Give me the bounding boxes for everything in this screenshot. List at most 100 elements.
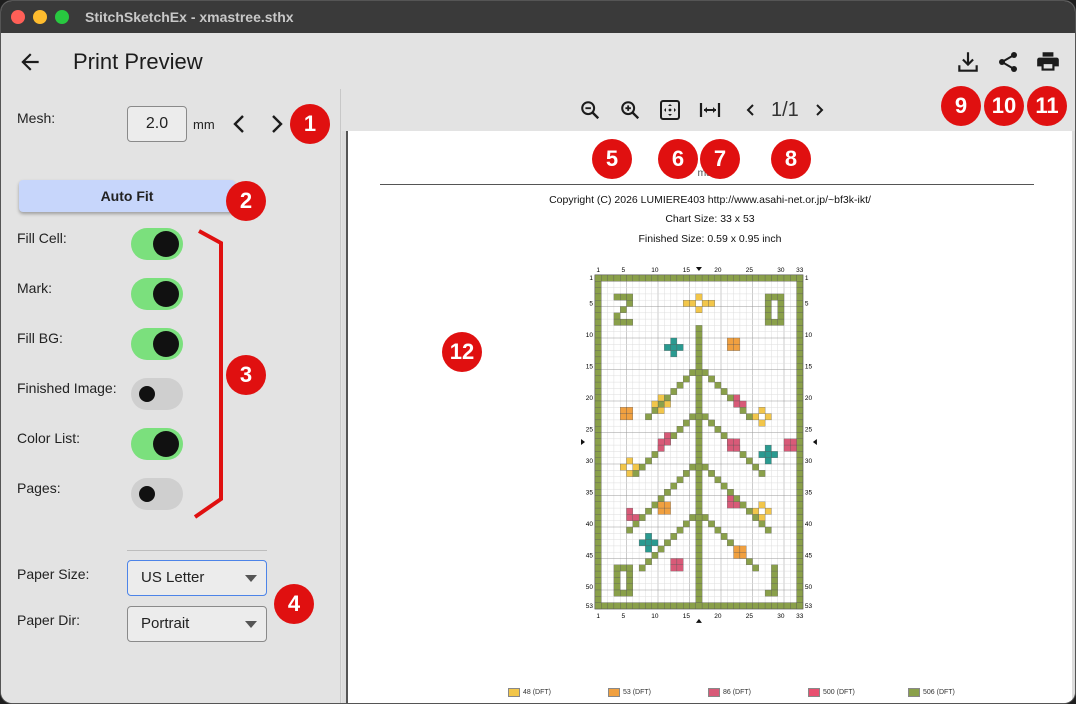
stitch-cell [733,337,741,345]
fit-width-button[interactable] [697,97,723,123]
fill-cell-label: Fill Cell: [17,230,67,246]
window-controls [11,10,69,24]
stitch-cell [764,318,772,326]
stitch-cell [714,426,722,433]
stitch-cell [626,293,633,301]
stitch-cell [714,274,722,282]
stitch-cell [695,306,703,313]
stitch-cell [601,602,608,610]
download-button[interactable] [953,47,983,77]
callout-badge: 11 [1027,86,1067,126]
stitch-cell [651,451,659,458]
legend-item: 86 (DFT) [708,688,751,697]
mesh-input[interactable]: 2.0 [127,106,187,142]
stitch-cell [796,570,804,578]
stitch-cell [695,325,703,332]
zoom-window-button[interactable] [55,10,69,24]
callout-badge: 2 [226,181,266,221]
stitch-cell [771,293,778,301]
stitch-cell [796,432,804,439]
stitch-cell [607,602,615,610]
stitch-cell [657,400,665,408]
paper-size-select[interactable]: US Letter [127,560,267,596]
close-window-button[interactable] [11,10,25,24]
stitch-cell [695,476,703,484]
fit-page-button[interactable] [657,97,683,123]
stitch-cell [670,564,678,572]
stitch-cell [695,363,703,370]
minimize-window-button[interactable] [33,10,47,24]
stitch-cell [777,293,785,301]
stitch-cell [683,274,690,282]
stitch-cell [695,400,703,408]
color-list-toggle[interactable] [131,428,183,460]
stitch-cell [651,501,659,509]
stitch-cell [594,375,602,383]
stitch-cell [733,344,741,351]
stitch-cell [739,407,747,414]
zoom-in-button[interactable] [617,97,643,123]
share-button[interactable] [993,47,1023,77]
mesh-increase-button[interactable] [266,113,286,135]
stitch-cell [714,476,722,484]
callout-badge: 4 [274,584,314,624]
mesh-decrease-button[interactable] [230,113,250,135]
share-icon [999,52,1017,72]
stitch-cell [796,470,804,477]
stitch-cell [638,463,646,471]
stitch-cell [626,570,633,578]
callout-badge: 5 [592,139,632,179]
stitch-cell [651,602,659,610]
stitch-cell [771,577,778,584]
stitch-cell [796,325,804,332]
back-button[interactable] [17,49,43,75]
stitch-cell [796,426,804,433]
stitch-cell [594,312,602,320]
print-button[interactable] [1033,47,1063,77]
mark-toggle[interactable] [131,278,183,310]
next-page-button[interactable] [806,97,832,123]
stitch-cell [720,533,728,540]
callout-badge: 9 [941,86,981,126]
stitch-cell [594,444,602,452]
stitch-cell [764,602,772,610]
stitch-cell [645,507,652,515]
stitch-cell [796,400,804,408]
print-preview-area[interactable]: masz Copyright (C) 2026 LUMIERE403 http:… [342,131,1075,703]
stitch-cell [594,476,602,484]
stitch-cell [701,300,709,307]
stitch-cell [695,426,703,433]
y-tick-label: 35 [805,489,813,496]
stitch-cell [771,589,778,597]
stitch-cell [638,602,646,610]
stitch-cell [645,274,652,282]
stitch-cell [676,274,684,282]
stitch-cell [695,438,703,446]
finished-image-toggle[interactable] [131,378,183,410]
stitch-cell [695,570,703,578]
stitch-cell [764,507,772,515]
stitch-cell [701,413,709,421]
stitch-cell [796,381,804,389]
stitch-cell [695,388,703,395]
auto-fit-button[interactable]: Auto Fit [19,180,235,212]
stitch-cell [626,470,633,477]
pages-toggle[interactable] [131,478,183,510]
callout-badge: 8 [771,139,811,179]
legend-label: 53 (DFT) [623,689,651,696]
stitch-cell [777,274,785,282]
stitch-cell [664,394,671,402]
stitch-cell [594,363,602,370]
fill-cell-toggle[interactable] [131,228,183,260]
prev-page-button[interactable] [738,97,764,123]
paper-dir-select[interactable]: Portrait [127,606,267,642]
fill-bg-toggle[interactable] [131,328,183,360]
stitch-cell [790,602,797,610]
stitch-cell [676,602,684,610]
stitch-cell [594,520,602,528]
stitch-cell [651,539,659,547]
divider [127,550,267,551]
callout-badge: 7 [700,139,740,179]
zoom-out-button[interactable] [577,97,603,123]
stitch-cell [746,274,753,282]
